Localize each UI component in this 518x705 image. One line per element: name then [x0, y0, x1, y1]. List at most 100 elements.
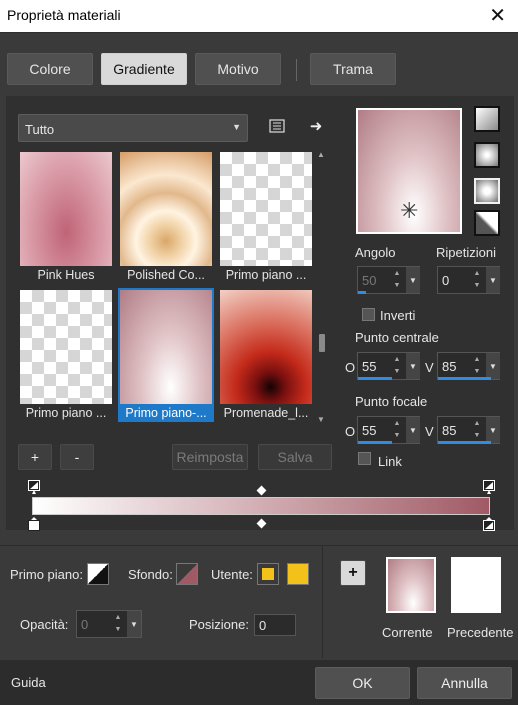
rectangular-style-button[interactable] — [474, 142, 500, 168]
add-gradient-button[interactable]: + — [18, 444, 52, 470]
window-title: Proprietà materiali — [7, 7, 121, 23]
sunburst-style-button[interactable] — [474, 210, 500, 236]
radial-style-button[interactable] — [474, 178, 500, 204]
gallery-scrollbar[interactable]: ▲ ▼ — [316, 150, 328, 424]
dropdown-icon[interactable]: ▼ — [127, 611, 141, 637]
dropdown-icon[interactable]: ▼ — [406, 267, 420, 293]
divider — [0, 545, 518, 546]
focal-point-label: Punto focale — [355, 394, 428, 409]
focal-v-spinner[interactable]: 85 ▲ ▼ ▼ — [437, 416, 500, 444]
spin-arrows-icon[interactable]: ▲ ▼ — [470, 267, 484, 293]
cancel-button[interactable]: Annulla — [417, 667, 512, 699]
user-color-swatch[interactable] — [287, 563, 309, 585]
category-dropdown[interactable]: Tutto ▼ — [18, 114, 248, 142]
value-bar — [358, 377, 392, 380]
gallery-item-label: Primo piano-... — [125, 406, 207, 420]
dropdown-icon[interactable]: ▼ — [486, 353, 500, 379]
opacity-spinner[interactable]: 0 ▲ ▼ ▼ — [76, 610, 142, 638]
spin-arrows-icon[interactable]: ▲ ▼ — [390, 417, 404, 443]
gradient-bar[interactable] — [32, 497, 490, 515]
gallery-item-label: Primo piano ... — [225, 268, 307, 282]
user-label: Utente: — [211, 567, 253, 582]
gradient-gallery: Pink Hues Polished Co... Primo piano ...… — [18, 150, 314, 424]
link-checkbox[interactable] — [358, 452, 371, 465]
invert-label: Inverti — [380, 308, 416, 323]
gallery-item-primo-piano-selected[interactable]: Primo piano-... — [118, 288, 214, 422]
tab-colore[interactable]: Colore — [7, 53, 93, 85]
ok-button[interactable]: OK — [315, 667, 410, 699]
center-v-label: V — [425, 360, 434, 375]
dropdown-icon[interactable]: ▼ — [486, 267, 500, 293]
position-field[interactable]: 0 — [254, 614, 296, 636]
position-label: Posizione: — [189, 617, 249, 632]
save-button[interactable]: Salva — [258, 444, 332, 470]
gradient-preview[interactable]: ✳ — [356, 108, 462, 234]
current-swatch[interactable] — [386, 557, 436, 613]
divider — [0, 32, 518, 33]
foreground-label: Primo piano: — [10, 567, 83, 582]
spin-arrows-icon[interactable]: ▲ ▼ — [111, 611, 125, 637]
gallery-item-label: Promenade_l... — [223, 406, 309, 420]
user-color-radio[interactable] — [257, 563, 279, 585]
spin-arrows-icon[interactable]: ▲ ▼ — [390, 267, 404, 293]
close-icon[interactable]: ✕ — [489, 3, 506, 28]
gallery-item-label: Primo piano ... — [25, 406, 107, 420]
current-label: Corrente — [382, 625, 433, 640]
add-stop-button[interactable]: + — [340, 560, 366, 586]
position-value: 0 — [259, 618, 267, 633]
center-h-label: O — [345, 360, 356, 375]
spin-arrows-icon[interactable]: ▲ ▼ — [390, 353, 404, 379]
center-point-label: Punto centrale — [355, 330, 439, 345]
tab-motivo[interactable]: Motivo — [195, 53, 281, 85]
linear-style-button[interactable] — [474, 106, 500, 132]
invert-checkbox[interactable] — [362, 308, 375, 321]
gradient-thumbnail — [220, 290, 312, 404]
divider — [322, 546, 323, 658]
gallery-item-polished-copper[interactable]: Polished Co... — [118, 150, 214, 284]
scroll-up-icon[interactable]: ▲ — [317, 150, 325, 159]
gallery-item-pink-hues[interactable]: Pink Hues — [18, 150, 114, 284]
scroll-down-icon[interactable]: ▼ — [317, 415, 325, 424]
gallery-item-promenade[interactable]: Promenade_l... — [218, 288, 314, 422]
previous-swatch[interactable] — [451, 557, 501, 613]
color-stop-end[interactable] — [483, 517, 495, 531]
dropdown-icon[interactable]: ▼ — [486, 417, 500, 443]
spin-arrows-icon[interactable]: ▲ ▼ — [470, 353, 484, 379]
spin-arrows-icon[interactable]: ▲ ▼ — [470, 417, 484, 443]
library-menu-icon[interactable] — [266, 116, 288, 136]
angle-label: Angolo — [355, 245, 396, 260]
focal-h-value: 55 — [362, 423, 377, 438]
background-label: Sfondo: — [128, 567, 173, 582]
repeats-spinner[interactable]: 0 ▲ ▼ ▼ — [437, 266, 500, 294]
arrow-right-icon[interactable]: ➜ — [305, 116, 327, 136]
help-link[interactable]: Guida — [11, 675, 46, 690]
angle-spinner[interactable]: 50 ▲ ▼ ▼ — [357, 266, 420, 294]
foreground-swatch[interactable] — [87, 563, 109, 585]
value-bar — [438, 377, 491, 380]
value-bar — [438, 441, 491, 444]
opacity-stop-start[interactable] — [28, 480, 40, 494]
tab-trama[interactable]: Trama — [310, 53, 396, 85]
gallery-item-primo-piano-2[interactable]: Primo piano ... — [18, 288, 114, 422]
reset-button[interactable]: Reimposta — [172, 444, 248, 470]
color-stop-start[interactable] — [28, 517, 40, 531]
focal-point-icon[interactable]: ✳ — [400, 200, 418, 222]
dropdown-icon[interactable]: ▼ — [406, 417, 420, 443]
opacity-stop-end[interactable] — [483, 480, 495, 494]
focal-h-spinner[interactable]: 55 ▲ ▼ ▼ — [357, 416, 420, 444]
center-v-value: 85 — [442, 359, 457, 374]
center-v-spinner[interactable]: 85 ▲ ▼ ▼ — [437, 352, 500, 380]
center-h-spinner[interactable]: 55 ▲ ▼ ▼ — [357, 352, 420, 380]
focal-v-label: V — [425, 424, 434, 439]
tab-divider — [296, 59, 297, 81]
gallery-item-label: Pink Hues — [37, 268, 95, 282]
gallery-item-label: Polished Co... — [127, 268, 205, 282]
tab-gradiente[interactable]: Gradiente — [101, 53, 187, 85]
scrollbar-thumb[interactable] — [319, 334, 325, 352]
gallery-item-primo-piano-1[interactable]: Primo piano ... — [218, 150, 314, 284]
previous-label: Precedente — [447, 625, 514, 640]
gradient-thumbnail — [120, 290, 212, 404]
dropdown-icon[interactable]: ▼ — [406, 353, 420, 379]
background-swatch[interactable] — [176, 563, 198, 585]
remove-gradient-button[interactable]: - — [60, 444, 94, 470]
